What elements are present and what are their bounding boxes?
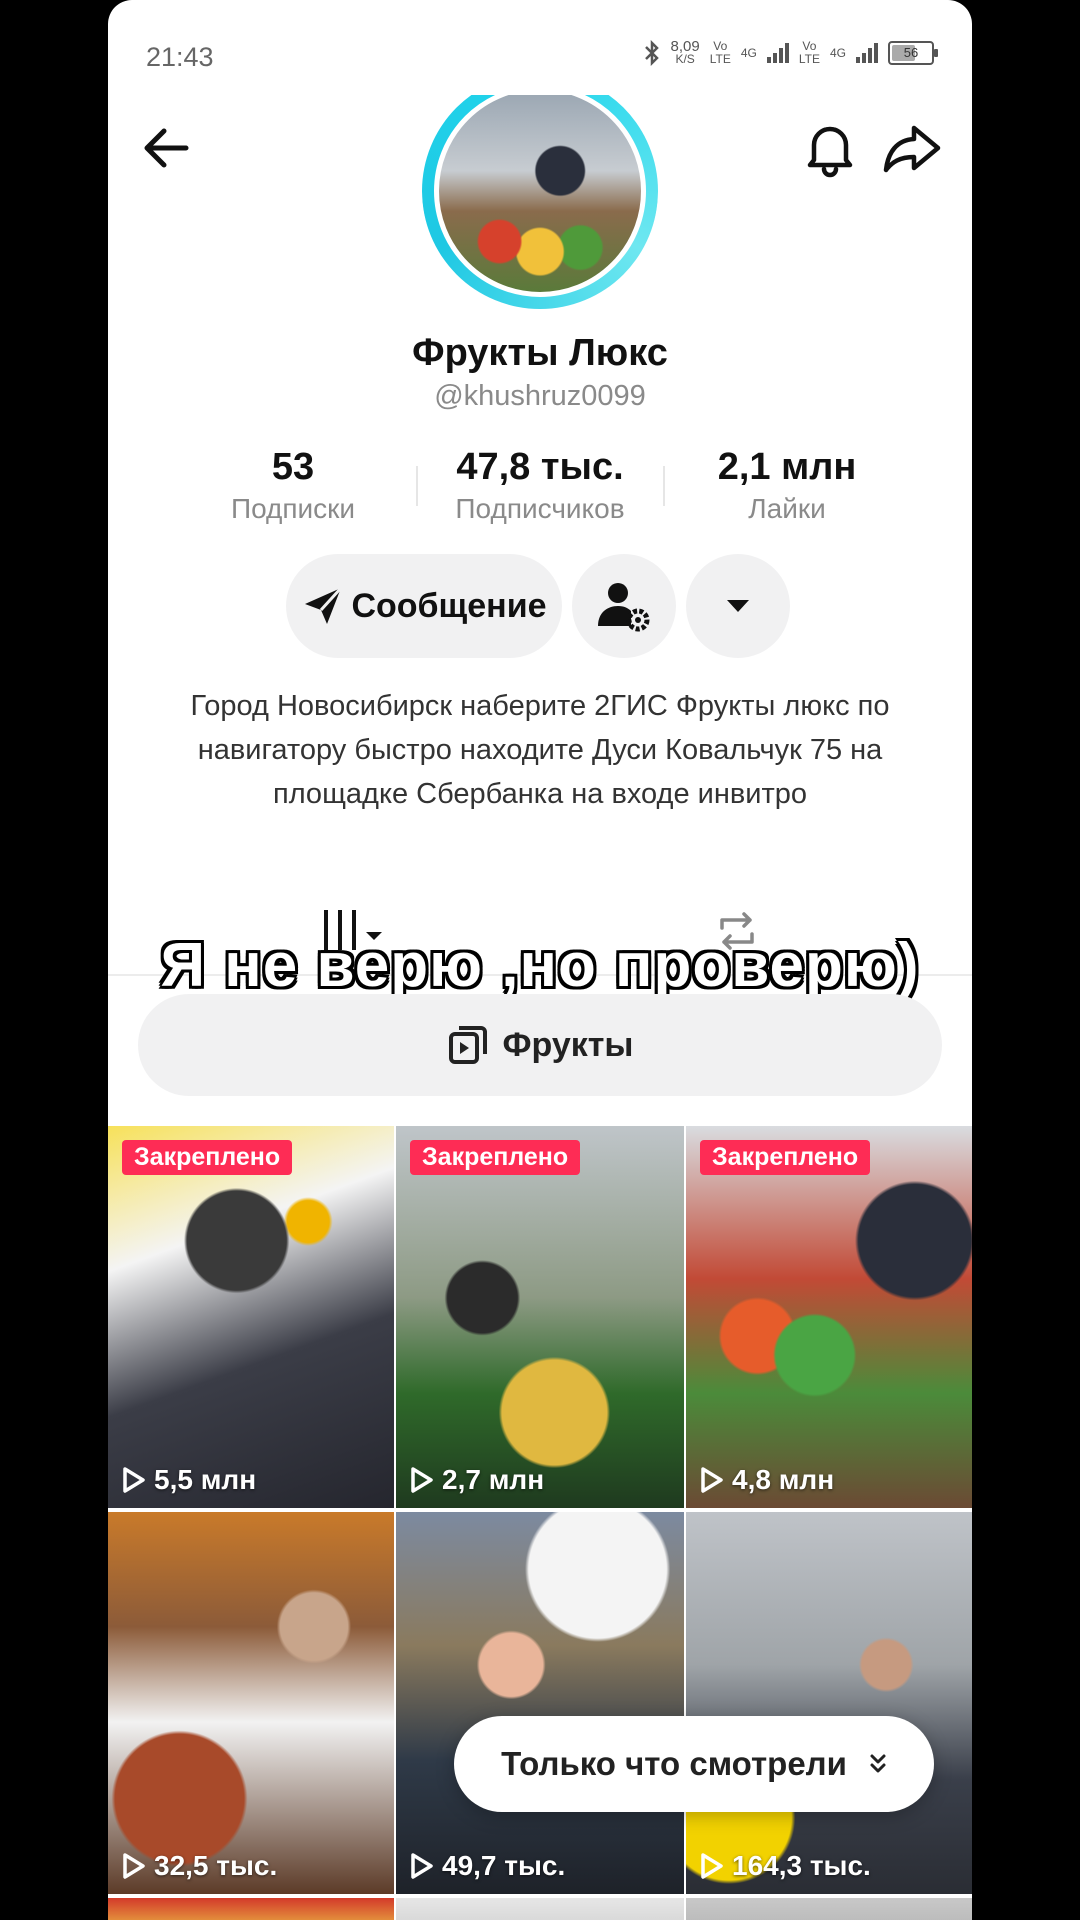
bell-icon[interactable] bbox=[802, 118, 858, 178]
stat-likes[interactable]: 2,1 млн Лайки bbox=[672, 446, 902, 525]
playlist-fruits-button[interactable]: Фрукты bbox=[138, 994, 942, 1096]
video-thumbnail[interactable]: 164,3 тыс. bbox=[686, 1512, 972, 1894]
view-count: 4,8 млн bbox=[700, 1464, 834, 1496]
pinned-badge: Закреплено bbox=[122, 1140, 293, 1175]
video-thumbnail[interactable]: Закреплено 5,5 млн bbox=[108, 1126, 394, 1508]
stat-following[interactable]: 53 Подписки bbox=[178, 446, 408, 525]
view-count: 164,3 тыс. bbox=[700, 1850, 871, 1882]
avatar-image bbox=[434, 95, 646, 297]
stat-divider bbox=[415, 466, 418, 506]
video-thumbnail[interactable] bbox=[396, 1898, 684, 1920]
video-thumbnail[interactable] bbox=[108, 1898, 394, 1920]
profile-actions: Сообщение bbox=[286, 554, 790, 658]
view-count: 2,7 млн bbox=[410, 1464, 544, 1496]
playlist-icon bbox=[448, 1026, 487, 1064]
signal-icon-1 bbox=[766, 43, 789, 63]
user-gear-icon bbox=[598, 583, 650, 632]
message-button[interactable]: Сообщение bbox=[286, 554, 562, 658]
more-dropdown-button[interactable] bbox=[686, 554, 790, 658]
send-icon bbox=[305, 586, 343, 624]
play-icon bbox=[411, 1467, 433, 1493]
share-icon[interactable] bbox=[882, 120, 942, 176]
video-overlay-caption: Я не верю ,но проверю) bbox=[160, 931, 920, 1000]
play-icon bbox=[123, 1467, 145, 1493]
profile-stats: 53 Подписки 47,8 тыс. Подписчиков 2,1 мл… bbox=[178, 446, 902, 525]
status-icons: 8,09 K/S Vo LTE 4G Vo LTE 4G 56 bbox=[643, 38, 938, 66]
play-icon bbox=[701, 1853, 723, 1879]
stat-divider bbox=[662, 466, 665, 506]
stat-followers[interactable]: 47,8 тыс. Подписчиков bbox=[425, 446, 655, 525]
avatar[interactable] bbox=[422, 95, 658, 310]
caret-down-icon bbox=[727, 600, 749, 612]
volte-badge-1: Vo LTE bbox=[709, 39, 731, 66]
view-count: 5,5 млн bbox=[122, 1464, 256, 1496]
view-count: 32,5 тыс. bbox=[122, 1850, 277, 1882]
play-icon bbox=[411, 1853, 433, 1879]
profile-screen: 21:43 8,09 K/S Vo LTE 4G Vo LTE 4G 56 Фр… bbox=[108, 0, 972, 1920]
user-settings-button[interactable] bbox=[572, 554, 676, 658]
net-speed: 8,09 K/S bbox=[670, 38, 700, 66]
profile-bio: Город Новосибирск наберите 2ГИС Фрукты л… bbox=[190, 690, 890, 810]
video-thumbnail[interactable]: 49,7 тыс. bbox=[396, 1512, 684, 1894]
play-icon bbox=[123, 1853, 145, 1879]
battery-icon: 56 bbox=[888, 41, 938, 65]
view-count: 49,7 тыс. bbox=[410, 1850, 565, 1882]
pinned-badge: Закреплено bbox=[410, 1140, 581, 1175]
video-thumbnail[interactable]: Закреплено 4,8 млн bbox=[686, 1126, 972, 1508]
signal-icon-2 bbox=[856, 43, 878, 63]
double-chevron-down-icon bbox=[870, 1754, 886, 1773]
pinned-badge: Закреплено bbox=[700, 1140, 871, 1175]
play-icon bbox=[701, 1467, 723, 1493]
display-name: Фрукты Люкс bbox=[412, 332, 668, 374]
network-gen-1: 4G bbox=[740, 45, 757, 60]
status-bar: 21:43 8,09 K/S Vo LTE 4G Vo LTE 4G 56 bbox=[146, 38, 938, 76]
video-thumbnail[interactable] bbox=[686, 1898, 972, 1920]
back-arrow-icon[interactable] bbox=[138, 120, 194, 176]
status-time: 21:43 bbox=[146, 42, 214, 72]
volte-badge-2: Vo LTE bbox=[798, 39, 820, 66]
username: @khushruz0099 bbox=[434, 380, 646, 412]
bluetooth-icon bbox=[644, 40, 659, 66]
recently-watched-button[interactable]: Только что смотрели bbox=[454, 1716, 934, 1812]
network-gen-2: 4G bbox=[829, 45, 846, 60]
video-thumbnail[interactable]: 32,5 тыс. bbox=[108, 1512, 394, 1894]
video-thumbnail[interactable]: Закреплено 2,7 млн bbox=[396, 1126, 684, 1508]
